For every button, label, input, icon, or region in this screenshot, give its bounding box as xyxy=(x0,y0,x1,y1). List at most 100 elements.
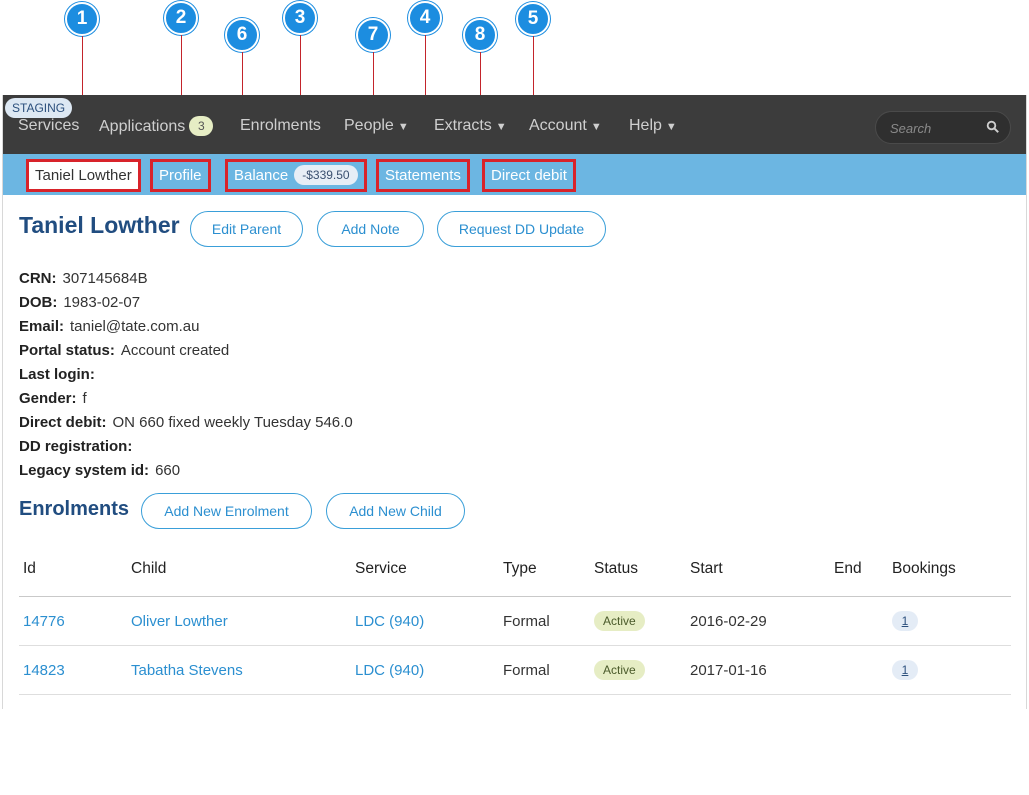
enrolment-type: Formal xyxy=(503,613,550,630)
column-header-child: Child xyxy=(131,560,167,577)
nav-people-label: People xyxy=(344,117,394,134)
add-new-child-button[interactable]: Add New Child xyxy=(326,493,465,529)
environment-badge: STAGING xyxy=(5,98,73,118)
callout-7: 7 xyxy=(356,18,390,52)
column-header-status: Status xyxy=(594,560,638,577)
nav-account-label: Account xyxy=(529,117,587,134)
nav-applications[interactable]: Applications 3 xyxy=(99,116,214,137)
nav-help[interactable]: Help ▼ xyxy=(629,116,677,137)
field-last-login: Last login: xyxy=(19,363,353,387)
parent-subnav: Taniel Lowther Profile Balance -$339.50 S… xyxy=(3,154,1026,195)
parent-details: CRN: 307145684B DOB: 1983-02-07 Email: tani… xyxy=(19,267,353,483)
enrolment-id-link[interactable]: 14823 xyxy=(23,646,65,695)
start-date: 2016-02-29 xyxy=(690,613,767,630)
field-direct-debit: Direct debit: ON 660 fixed weekly Tuesday… xyxy=(19,411,353,435)
status-badge: Active xyxy=(594,660,645,680)
callout-4: 4 xyxy=(408,1,442,35)
field-legacy-system-id: Legacy system id: 660 xyxy=(19,459,353,483)
tab-balance-label: Balance xyxy=(234,167,289,184)
field-value: ON 660 fixed weekly Tuesday 546.0 xyxy=(112,414,353,431)
top-navbar: STAGING Services Applications 3 Enrolment… xyxy=(3,95,1026,154)
field-label: Portal status: xyxy=(19,342,115,359)
callout-8: 8 xyxy=(463,18,497,52)
field-email: Email: taniel@tate.com.au xyxy=(19,315,353,339)
nav-account[interactable]: Account ▼ xyxy=(529,116,602,137)
app-window: STAGING Services Applications 3 Enrolment… xyxy=(2,95,1027,709)
field-value: 1983-02-07 xyxy=(63,294,141,311)
start-date: 2017-01-16 xyxy=(690,662,767,679)
bookings-cell: 1 xyxy=(892,646,918,695)
enrolments-table: Id Child Service Type Status Start End B… xyxy=(19,548,1011,695)
caret-down-icon: ▼ xyxy=(590,121,602,133)
callout-5: 5 xyxy=(516,2,550,36)
field-label: DD registration: xyxy=(19,438,133,455)
field-label: Last login: xyxy=(19,366,95,383)
callout-3: 3 xyxy=(283,1,317,35)
nav-people[interactable]: People ▼ xyxy=(344,116,409,137)
search-input[interactable] xyxy=(888,119,984,137)
callout-2: 2 xyxy=(164,1,198,35)
field-value: 307145684B xyxy=(62,270,148,287)
table-row: 14823 Tabatha Stevens LDC (940) Formal A… xyxy=(19,646,1011,695)
field-crn: CRN: 307145684B xyxy=(19,267,353,291)
enrolment-id-link[interactable]: 14776 xyxy=(23,597,65,646)
enrolments-heading: Enrolments xyxy=(19,498,130,520)
enrolment-type: Formal xyxy=(503,662,550,679)
applications-count-badge: 3 xyxy=(189,116,214,136)
nav-extracts-label: Extracts xyxy=(434,117,492,134)
field-gender: Gender: f xyxy=(19,387,353,411)
service-link[interactable]: LDC (940) xyxy=(355,597,424,646)
nav-services[interactable]: Services xyxy=(18,116,79,136)
child-name-link[interactable]: Tabatha Stevens xyxy=(131,646,243,695)
field-label: Direct debit: xyxy=(19,414,107,431)
add-new-enrolment-button[interactable]: Add New Enrolment xyxy=(141,493,312,529)
status-cell: Active xyxy=(594,646,645,695)
field-dd-registration: DD registration: xyxy=(19,435,353,459)
callout-1: 1 xyxy=(65,2,99,36)
column-header-id: Id xyxy=(23,560,36,577)
bookings-count-link[interactable]: 1 xyxy=(892,660,918,680)
field-value: 660 xyxy=(155,462,181,479)
field-portal-status: Portal status: Account created xyxy=(19,339,353,363)
bookings-cell: 1 xyxy=(892,597,918,646)
column-header-service: Service xyxy=(355,560,407,577)
page-title: Taniel Lowther xyxy=(19,212,180,238)
status-badge: Active xyxy=(594,611,645,631)
tab-balance[interactable]: Balance -$339.50 xyxy=(225,159,367,192)
child-name-link[interactable]: Oliver Lowther xyxy=(131,597,228,646)
caret-down-icon: ▼ xyxy=(665,121,677,133)
field-label: Email: xyxy=(19,318,65,335)
column-header-end: End xyxy=(834,560,862,577)
tab-statements[interactable]: Statements xyxy=(376,159,470,192)
callout-6: 6 xyxy=(225,18,259,52)
nav-applications-label: Applications xyxy=(99,118,186,135)
field-label: Gender: xyxy=(19,390,77,407)
nav-enrolments[interactable]: Enrolments xyxy=(240,116,321,136)
field-label: DOB: xyxy=(19,294,58,311)
request-dd-update-button[interactable]: Request DD Update xyxy=(437,211,606,247)
bookings-count-link[interactable]: 1 xyxy=(892,611,918,631)
field-label: Legacy system id: xyxy=(19,462,150,479)
service-link[interactable]: LDC (940) xyxy=(355,646,424,695)
table-row: 14776 Oliver Lowther LDC (940) Formal Ac… xyxy=(19,597,1011,646)
table-header: Id Child Service Type Status Start End B… xyxy=(19,548,1011,597)
nav-help-label: Help xyxy=(629,117,662,134)
column-header-bookings: Bookings xyxy=(892,560,956,577)
search-box xyxy=(875,111,1011,144)
tab-direct-debit[interactable]: Direct debit xyxy=(482,159,576,192)
caret-down-icon: ▼ xyxy=(397,121,409,133)
add-note-button[interactable]: Add Note xyxy=(317,211,424,247)
balance-amount-badge: -$339.50 xyxy=(294,165,358,185)
column-header-type: Type xyxy=(503,560,537,577)
tab-profile[interactable]: Profile xyxy=(150,159,211,192)
tab-parent-name[interactable]: Taniel Lowther xyxy=(26,159,141,192)
nav-extracts[interactable]: Extracts ▼ xyxy=(434,116,507,137)
field-label: CRN: xyxy=(19,270,57,287)
field-value: taniel@tate.com.au xyxy=(70,318,200,335)
status-cell: Active xyxy=(594,597,645,646)
edit-parent-button[interactable]: Edit Parent xyxy=(190,211,303,247)
field-dob: DOB: 1983-02-07 xyxy=(19,291,353,315)
caret-down-icon: ▼ xyxy=(495,121,507,133)
search-icon[interactable] xyxy=(986,120,1000,134)
field-value: f xyxy=(82,390,87,407)
